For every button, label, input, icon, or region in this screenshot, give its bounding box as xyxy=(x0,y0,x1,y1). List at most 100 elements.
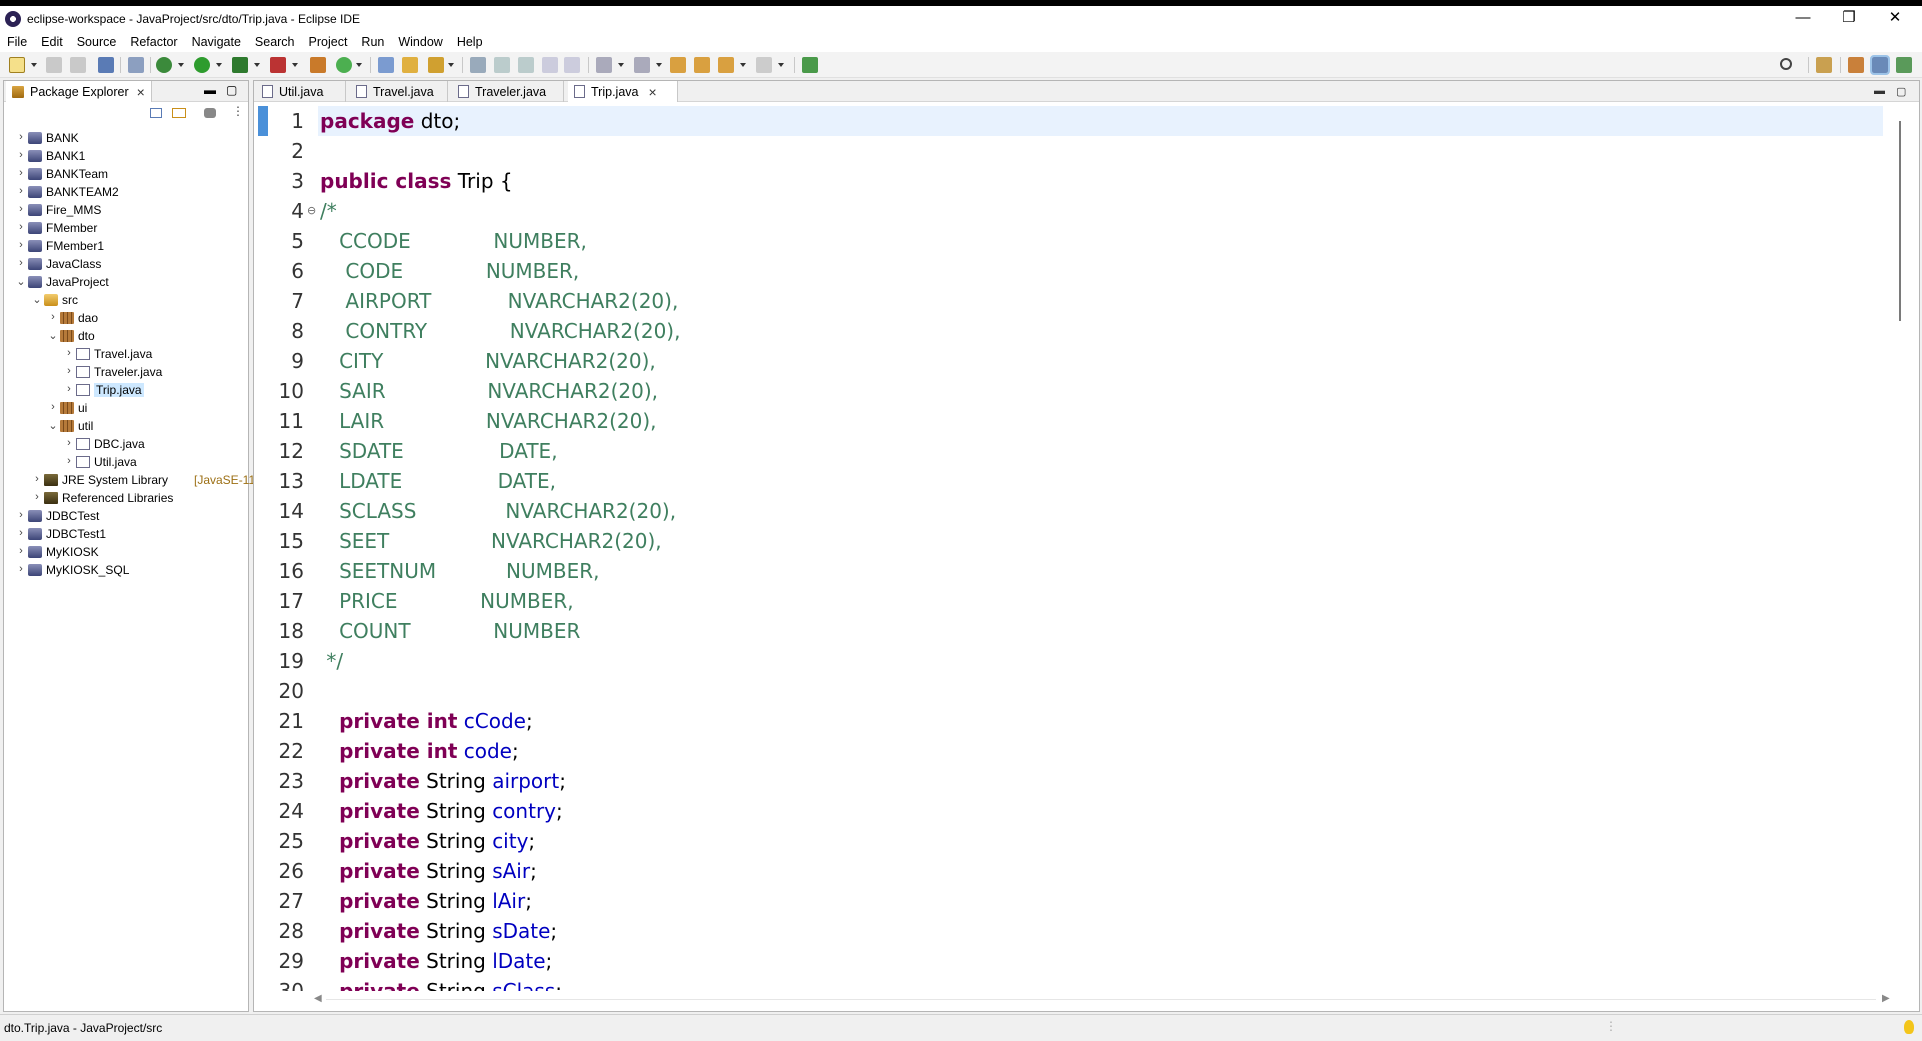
tree-item[interactable]: › JDBCTest1 xyxy=(4,525,248,543)
chevron-right-icon[interactable]: › xyxy=(64,383,74,395)
code-line[interactable]: 17 PRICE NUMBER, xyxy=(254,586,1874,616)
open-task-icon[interactable] xyxy=(402,57,418,73)
code-line[interactable]: 4 ⊖/* xyxy=(254,196,1874,226)
chevron-right-icon[interactable]: › xyxy=(64,437,74,449)
chevron-right-icon[interactable]: › xyxy=(64,347,74,359)
new-icon[interactable] xyxy=(9,57,25,73)
tree-item[interactable]: › BANKTeam xyxy=(4,165,248,183)
chevron-down-icon[interactable]: ⌄ xyxy=(16,275,26,288)
tree-item[interactable]: › FMember xyxy=(4,219,248,237)
code-line[interactable]: 20 xyxy=(254,676,1874,706)
tree-item[interactable]: › BANK1 xyxy=(4,147,248,165)
tree-item[interactable]: › ui xyxy=(4,399,248,417)
chevron-right-icon[interactable]: › xyxy=(64,365,74,377)
link-with-editor-icon[interactable] xyxy=(172,108,186,118)
restore-button[interactable]: ❐ xyxy=(1826,4,1872,30)
tree-item[interactable]: › Trip.java xyxy=(4,381,248,399)
tree-item[interactable]: ⌄ util xyxy=(4,417,248,435)
chevron-right-icon[interactable]: › xyxy=(16,185,26,197)
previous-annotation-icon[interactable] xyxy=(634,57,650,73)
menu-run[interactable]: Run xyxy=(354,35,391,49)
code-line[interactable]: 8 CONTRY NVARCHAR2(20), xyxy=(254,316,1874,346)
code-line[interactable]: 14 SCLASS NVARCHAR2(20), xyxy=(254,496,1874,526)
code-line[interactable]: 25 private String city; xyxy=(254,826,1874,856)
menu-project[interactable]: Project xyxy=(302,35,355,49)
external-tools-icon[interactable] xyxy=(270,57,286,73)
chevron-right-icon[interactable]: › xyxy=(48,311,58,323)
tab-util-java[interactable]: Util.java xyxy=(256,81,346,102)
code-editor[interactable]: 1 package dto; 2 3 public class Trip {4 ⊖/* 5 … xyxy=(254,103,1884,991)
chevron-right-icon[interactable]: › xyxy=(16,239,26,251)
skip-breakpoints-icon[interactable] xyxy=(128,57,144,73)
coverage-icon[interactable] xyxy=(232,57,248,73)
tree-item[interactable]: › JavaClass xyxy=(4,255,248,273)
close-icon[interactable]: × xyxy=(648,84,656,100)
chevron-right-icon[interactable]: › xyxy=(16,509,26,521)
code-line[interactable]: 26 private String sAir; xyxy=(254,856,1874,886)
chevron-right-icon[interactable]: › xyxy=(64,455,74,467)
tab-package-explorer[interactable]: Package Explorer × xyxy=(6,81,152,102)
pin-editor-icon[interactable] xyxy=(802,57,818,73)
code-line[interactable]: 15 SEET NVARCHAR2(20), xyxy=(254,526,1874,556)
debug-icon[interactable] xyxy=(156,57,172,73)
chevron-right-icon[interactable]: › xyxy=(32,491,42,503)
tree-item[interactable]: › Fire_MMS xyxy=(4,201,248,219)
code-line[interactable]: 2 xyxy=(254,136,1874,166)
minimize-view-icon[interactable]: ▬ xyxy=(204,83,216,97)
code-line[interactable]: 6 CODE NUMBER, xyxy=(254,256,1874,286)
code-line[interactable]: 3 public class Trip { xyxy=(254,166,1874,196)
code-line[interactable]: 11 LAIR NVARCHAR2(20), xyxy=(254,406,1874,436)
tree-item[interactable]: ⌄ dto xyxy=(4,327,248,345)
code-line[interactable]: 7 AIRPORT NVARCHAR2(20), xyxy=(254,286,1874,316)
tree-item[interactable]: › Traveler.java xyxy=(4,363,248,381)
toggle-occurrences-icon[interactable] xyxy=(518,57,534,73)
code-line[interactable]: 29 private String lDate; xyxy=(254,946,1874,976)
code-line[interactable]: 21 private int cCode; xyxy=(254,706,1874,736)
chevron-down-icon[interactable]: ⌄ xyxy=(32,293,42,306)
minimize-button[interactable]: — xyxy=(1780,4,1826,30)
new-class-icon[interactable] xyxy=(336,57,352,73)
code-line[interactable]: 19 */ xyxy=(254,646,1874,676)
code-line[interactable]: 27 private String lAir; xyxy=(254,886,1874,916)
tab-travel-java[interactable]: Travel.java xyxy=(350,81,448,102)
view-menu-icon[interactable]: ⋮ xyxy=(232,104,244,118)
tree-item[interactable]: › BANK xyxy=(4,129,248,147)
collapse-all-icon[interactable] xyxy=(150,108,162,118)
chevron-right-icon[interactable]: › xyxy=(16,203,26,215)
menu-file[interactable]: File xyxy=(0,35,34,49)
open-type-icon[interactable] xyxy=(378,57,394,73)
chevron-right-icon[interactable]: › xyxy=(16,563,26,575)
code-line[interactable]: 18 COUNT NUMBER xyxy=(254,616,1874,646)
tree-item[interactable]: › FMember1 xyxy=(4,237,248,255)
code-line[interactable]: 1 package dto; xyxy=(254,106,1874,136)
menu-edit[interactable]: Edit xyxy=(34,35,70,49)
tree-item[interactable]: ⌄ JavaProject xyxy=(4,273,248,291)
filters-icon[interactable] xyxy=(204,108,216,118)
java-perspective-icon[interactable] xyxy=(1870,55,1890,75)
chevron-right-icon[interactable]: › xyxy=(16,545,26,557)
search-icon[interactable] xyxy=(1780,58,1792,70)
close-icon[interactable]: × xyxy=(137,84,145,100)
horizontal-scrollbar[interactable]: ◀ ▶ xyxy=(314,993,1894,1007)
code-line[interactable]: 30 private String sClass; xyxy=(254,976,1874,991)
save-icon[interactable] xyxy=(46,57,62,73)
open-perspective-icon[interactable] xyxy=(1816,57,1832,73)
last-edit-location-icon[interactable] xyxy=(670,57,686,73)
code-line[interactable]: 28 private String sDate; xyxy=(254,916,1874,946)
maximize-view-icon[interactable]: ▢ xyxy=(226,83,237,97)
chevron-down-icon[interactable]: ⌄ xyxy=(48,329,58,342)
block-selection-icon[interactable] xyxy=(542,57,558,73)
menu-source[interactable]: Source xyxy=(70,35,124,49)
new-java-package-icon[interactable] xyxy=(310,57,326,73)
tab-trip-java[interactable]: Trip.java × xyxy=(568,81,678,102)
scroll-left-icon[interactable]: ◀ xyxy=(314,993,322,1004)
run-icon[interactable] xyxy=(194,57,210,73)
tree-item[interactable]: ⌄ src xyxy=(4,291,248,309)
tree-item[interactable]: › Referenced Libraries xyxy=(4,489,248,507)
chevron-down-icon[interactable]: ⌄ xyxy=(48,419,58,432)
tree-item[interactable]: › MyKIOSK xyxy=(4,543,248,561)
show-whitespace-icon[interactable] xyxy=(564,57,580,73)
search-tool-icon[interactable] xyxy=(428,57,444,73)
tree-item[interactable]: › Util.java xyxy=(4,453,248,471)
menu-search[interactable]: Search xyxy=(248,35,302,49)
